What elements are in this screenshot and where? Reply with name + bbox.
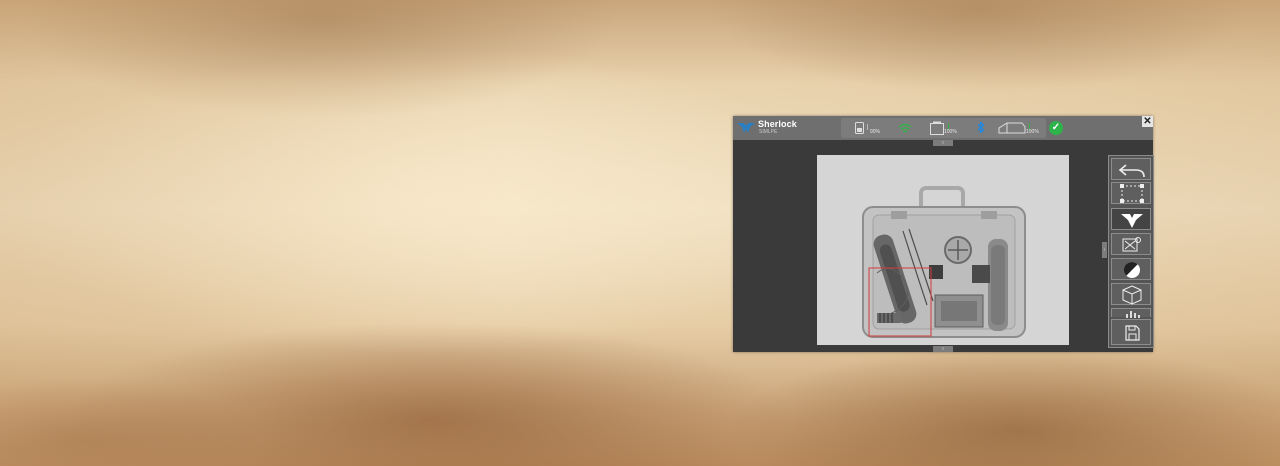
brand-name: Sherlock	[758, 119, 797, 129]
3d-view-icon	[1122, 285, 1142, 305]
crop-icon	[1120, 184, 1144, 203]
company-logo-icon	[737, 123, 755, 133]
enhance-filter-button[interactable]	[1111, 208, 1151, 230]
tablet-battery-icon	[855, 122, 864, 134]
xray-image	[817, 155, 1069, 345]
top-panel-handle[interactable]: ≡	[933, 140, 953, 146]
toolbar-collapse-button[interactable]: ‹	[1102, 242, 1107, 258]
close-icon[interactable]: ✕	[1142, 116, 1153, 127]
check-icon: ✓	[1049, 121, 1063, 135]
save-icon	[1125, 325, 1140, 341]
logo-filter-icon	[1121, 214, 1143, 228]
contrast-icon	[1123, 261, 1140, 278]
xray-image-viewer[interactable]	[817, 155, 1069, 345]
tool-sidebar	[1108, 155, 1154, 348]
zoom-icon	[1122, 237, 1141, 252]
3d-view-button[interactable]	[1111, 283, 1151, 305]
wifi-icon	[898, 123, 912, 133]
source-battery-value: 100%	[1026, 129, 1039, 135]
tablet-signal-bar	[867, 124, 868, 130]
detector-battery-icon	[930, 121, 944, 135]
brand-subtitle: SIMLPE	[759, 129, 778, 135]
tablet-battery-value: 90%	[870, 129, 881, 135]
save-button[interactable]	[1111, 319, 1151, 345]
status-group: 90% 100% 100%	[841, 118, 1046, 138]
undo-icon	[1118, 164, 1145, 178]
contrast-button[interactable]	[1111, 258, 1151, 280]
bottom-panel-handle[interactable]: ≡	[933, 346, 953, 352]
top-status-bar: Sherlock SIMLPE 90% 100% 100% ✓ ✕	[733, 116, 1153, 140]
xray-app-window: Sherlock SIMLPE 90% 100% 100% ✓ ✕ ≡ ≡ ‹	[733, 116, 1154, 352]
xray-source-icon	[998, 122, 1026, 134]
bluetooth-icon	[977, 121, 985, 134]
crop-button[interactable]	[1111, 182, 1151, 204]
histogram-button[interactable]	[1111, 308, 1151, 318]
detector-battery-value: 100%	[944, 129, 957, 135]
histogram-icon	[1126, 311, 1140, 318]
undo-button[interactable]	[1111, 158, 1151, 180]
zoom-button[interactable]	[1111, 233, 1151, 255]
